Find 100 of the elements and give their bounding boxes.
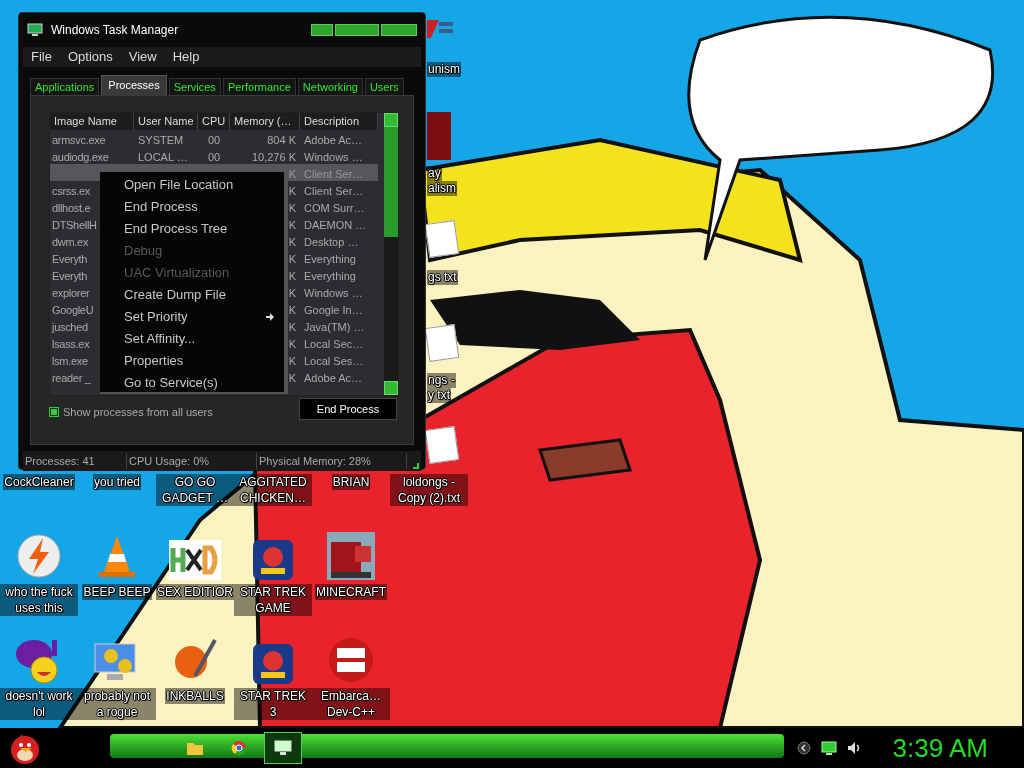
table-cell: K	[288, 168, 296, 180]
icon-label[interactable]: INKBALLS	[165, 688, 225, 704]
icon-label[interactable]: CockCleaner	[3, 474, 75, 490]
table-cell: K	[288, 372, 296, 384]
table-cell: DTShellH	[52, 219, 97, 231]
icon-label[interactable]: gs txt	[427, 270, 458, 285]
table-cell: K	[288, 270, 296, 282]
table-cell: Google In…	[304, 304, 363, 316]
column-header[interactable]: Memory (…	[230, 113, 300, 130]
checkbox[interactable]	[49, 407, 59, 418]
icon-label[interactable]: GO GO GADGET …	[156, 474, 234, 506]
menu-item[interactable]: File	[31, 47, 52, 67]
menu-item[interactable]: End Process Tree	[100, 218, 284, 240]
window-title: Windows Task Manager	[51, 22, 179, 39]
end-process-button[interactable]: End Process	[299, 398, 397, 420]
table-cell: 804 K	[267, 134, 296, 146]
table-cell: K	[288, 304, 296, 316]
table-cell: Adobe Ac…	[304, 134, 363, 146]
icon-label[interactable]: ay	[427, 166, 442, 181]
icon-label[interactable]: loldongs - Copy (2).txt	[390, 474, 468, 506]
column-header[interactable]: Description	[300, 113, 378, 130]
table-cell: Java(TM) …	[304, 321, 365, 333]
icon-label[interactable]: probably not a rogue	[78, 688, 156, 720]
menu-item[interactable]: Go to Service(s)	[100, 372, 284, 394]
tab[interactable]: Networking	[297, 78, 363, 95]
table-cell: K	[288, 355, 296, 367]
table-cell: SYSTEM	[138, 134, 184, 146]
table-cell: jusched	[52, 321, 88, 333]
monitor-icon[interactable]	[264, 732, 302, 764]
monitor-icon	[27, 23, 43, 37]
table-cell: csrss.ex	[52, 185, 90, 197]
table-cell: 00	[207, 134, 221, 146]
table-cell: GoogleU	[52, 304, 94, 316]
scroll-thumb[interactable]	[384, 127, 398, 237]
menu-item[interactable]: Set Priority	[100, 306, 284, 328]
column-header[interactable]: Image Name	[50, 113, 134, 130]
table-cell: K	[288, 338, 296, 350]
icon-label[interactable]: BRIAN	[331, 474, 371, 490]
menu-item[interactable]: Properties	[100, 350, 284, 372]
menu-item[interactable]: Open File Location	[100, 174, 284, 196]
resize-grip[interactable]	[413, 463, 419, 469]
menu-item[interactable]: Create Dump File	[100, 284, 284, 306]
menu-item[interactable]: View	[128, 47, 157, 67]
table-cell: Windows …	[304, 151, 363, 163]
table-cell: K	[288, 236, 296, 248]
table-cell: Everything	[304, 253, 356, 265]
table-cell: lsass.ex	[52, 338, 90, 350]
table-cell: Everyth	[52, 253, 88, 265]
tab[interactable]: Performance	[222, 78, 296, 95]
app-icon[interactable]	[253, 644, 293, 684]
app-icon[interactable]	[327, 636, 375, 684]
icon-label[interactable]: MINECRAFT	[315, 584, 387, 600]
icon-label[interactable]: ngs -	[427, 373, 456, 388]
table-cell: lsm.exe	[52, 355, 88, 367]
table-cell: Adobe Ac…	[304, 372, 363, 384]
column-header[interactable]: CPU	[198, 113, 230, 130]
menu-item[interactable]: Options	[67, 47, 113, 67]
network-icon[interactable]	[820, 741, 837, 755]
table-cell: K	[288, 287, 296, 299]
menu-item[interactable]: Help	[172, 47, 200, 67]
table-cell: Windows …	[304, 287, 363, 299]
tab[interactable]: Processes	[101, 75, 167, 95]
table-cell: explorer	[52, 287, 90, 299]
table-cell: Client Ser…	[304, 185, 364, 197]
table-cell: Everyth	[52, 270, 88, 282]
lightning-icon[interactable]	[15, 532, 63, 580]
icon-label[interactable]: AGGITATED CHICKEN…	[234, 474, 312, 506]
tab[interactable]: Users	[364, 78, 404, 95]
table-cell: COM Surr…	[304, 202, 365, 214]
table-cell: K	[288, 321, 296, 333]
app-icon[interactable]	[253, 540, 293, 580]
menu-item[interactable]: Set Affinity...	[100, 328, 284, 350]
table-cell: Client Ser…	[304, 168, 364, 180]
icon-label[interactable]: doesn't work lol	[0, 688, 78, 720]
logo-icon[interactable]	[427, 18, 453, 40]
icon-label[interactable]: y txt	[427, 388, 451, 403]
table-cell: 00	[207, 151, 221, 163]
chevron-icon[interactable]	[796, 741, 811, 755]
clock[interactable]: 3:39 AM	[892, 728, 988, 768]
icon-label[interactable]: SEX EDITIOR	[156, 584, 234, 600]
table-cell: Local Ses…	[304, 355, 364, 367]
icon-label[interactable]: BEEP BEEP	[82, 584, 152, 600]
icon-label[interactable]: who the fuck uses this	[0, 584, 78, 616]
table-cell: Everything	[304, 270, 356, 282]
icon-label[interactable]: Embarca… Dev-C++	[312, 688, 390, 720]
app-icon[interactable]	[169, 540, 221, 580]
table-cell: LOCAL …	[138, 151, 188, 163]
icon-label[interactable]: alism	[427, 181, 457, 196]
table-cell: dwm.ex	[52, 236, 89, 248]
arrow-icon	[266, 313, 274, 321]
checkbox-label: Show processes from all users	[63, 405, 213, 420]
scrollbar[interactable]	[384, 113, 398, 395]
column-header[interactable]: User Name	[134, 113, 198, 130]
menu-item[interactable]: End Process	[100, 196, 284, 218]
table-cell: Local Sec…	[304, 338, 364, 350]
table-cell: K	[288, 185, 296, 197]
tab[interactable]: Applications	[30, 78, 100, 95]
tab[interactable]: Services	[168, 78, 221, 95]
icon-label[interactable]: unism	[427, 62, 461, 77]
icon-label[interactable]: you tried	[93, 474, 141, 490]
